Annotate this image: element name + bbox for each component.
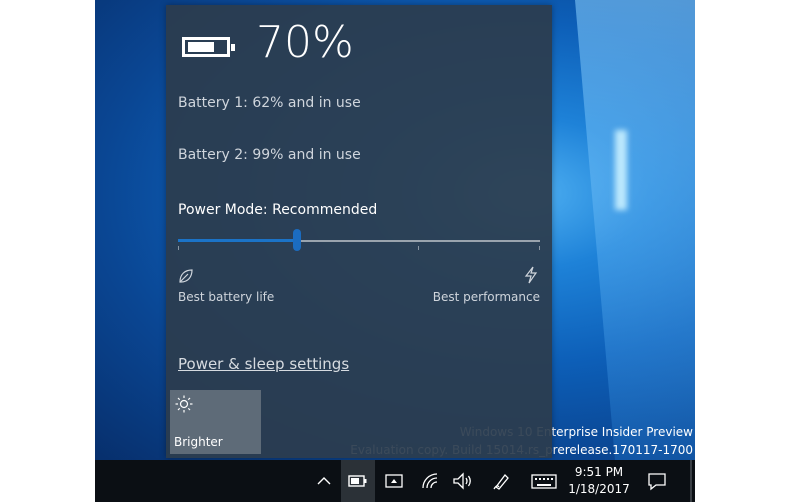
battery-flyout: 70% Battery 1: 62% and in use Battery 2:… [166, 5, 552, 458]
wifi-icon[interactable] [421, 472, 439, 490]
chevron-up-icon[interactable] [317, 472, 331, 490]
slider-tick [539, 246, 540, 250]
battery-icon [182, 37, 235, 57]
pen-icon[interactable] [493, 472, 511, 490]
keyboard-icon[interactable] [531, 472, 557, 490]
battery-tray-active[interactable] [341, 460, 375, 502]
lightning-icon [524, 266, 538, 284]
brighter-label: Brighter [174, 435, 223, 449]
tablet-mode-icon[interactable] [385, 472, 403, 490]
volume-icon[interactable] [453, 472, 473, 490]
taskbar-clock[interactable]: 9:51 PM 1/18/2017 [559, 464, 639, 498]
battery-icon [348, 475, 367, 487]
slider-tick [178, 246, 179, 250]
power-sleep-settings-link[interactable]: Power & sleep settings [178, 355, 349, 373]
best-battery-life-label: Best battery life [178, 290, 275, 304]
battery1-status: Battery 1: 62% and in use [178, 95, 361, 111]
brightness-tile[interactable]: Brighter [170, 390, 261, 454]
best-performance-label: Best performance [432, 290, 540, 304]
wallpaper-glow [615, 130, 627, 210]
battery2-status: Battery 2: 99% and in use [178, 147, 361, 163]
sun-icon [175, 395, 193, 413]
show-desktop-divider[interactable] [690, 460, 692, 502]
taskbar: 9:51 PM 1/18/2017 [95, 460, 695, 502]
battery-percentage: 70% [256, 17, 354, 68]
power-mode-slider-thumb[interactable] [293, 229, 302, 251]
leaf-icon [179, 269, 193, 283]
slider-tick [418, 246, 419, 250]
action-center-icon[interactable] [647, 471, 667, 491]
power-mode-slider-fill [178, 239, 298, 242]
power-mode-label: Power Mode: Recommended [178, 202, 378, 218]
wallpaper-light-beam [575, 0, 695, 460]
clock-date: 1/18/2017 [568, 482, 630, 496]
clock-time: 9:51 PM [574, 465, 624, 479]
